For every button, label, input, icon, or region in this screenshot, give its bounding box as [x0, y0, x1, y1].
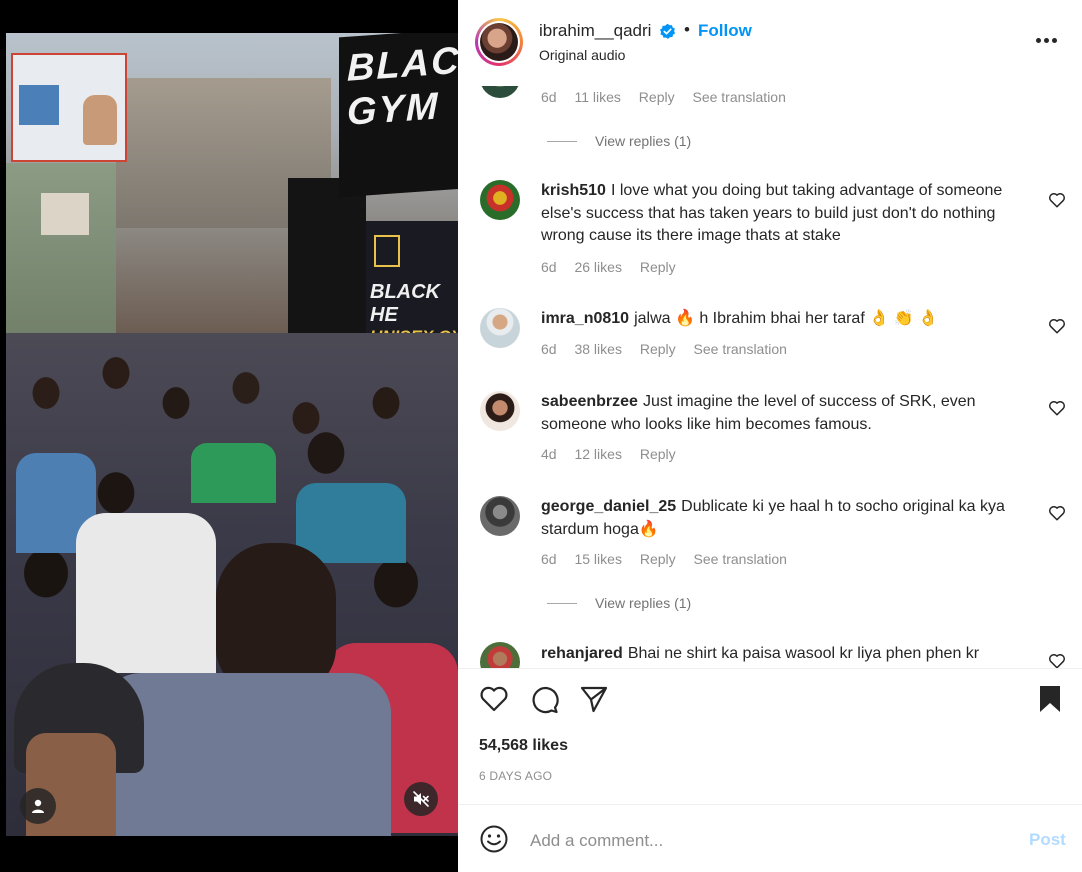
comment-time[interactable]: 6d — [541, 259, 557, 275]
comment-username[interactable]: rehanjared — [541, 645, 623, 662]
author-username[interactable]: ibrahim__qadri — [539, 21, 651, 41]
video-person — [76, 513, 216, 673]
tagged-people-button[interactable] — [20, 788, 56, 824]
comment-time[interactable]: 6d — [541, 341, 557, 357]
comment-avatar[interactable] — [480, 391, 520, 431]
speaker-muted-icon — [413, 791, 429, 807]
comment-likes[interactable]: 38 likes — [574, 341, 621, 357]
video-person — [296, 483, 406, 563]
post-comment-button[interactable]: Post — [1029, 830, 1066, 850]
see-translation-button[interactable]: See translation — [692, 89, 785, 105]
comment-meta: 6d 11 likes Reply See translation — [541, 89, 800, 105]
view-replies-button[interactable]: View replies (1) — [547, 595, 691, 611]
comment-username[interactable]: george_daniel_25 — [541, 498, 676, 515]
comment-likes[interactable]: 11 likes — [574, 89, 620, 105]
heart-icon[interactable] — [1048, 399, 1066, 417]
reply-button[interactable]: Reply — [640, 341, 676, 357]
author-avatar[interactable] — [475, 18, 523, 66]
divider — [458, 804, 1082, 805]
bookmark-icon[interactable] — [1034, 683, 1066, 715]
comment-avatar[interactable] — [480, 642, 520, 668]
follow-button[interactable]: Follow — [698, 21, 752, 41]
comment-avatar[interactable] — [480, 308, 520, 348]
comment-icon[interactable] — [528, 683, 560, 715]
view-replies-button[interactable]: View replies (1) — [547, 133, 691, 149]
comment-time[interactable]: 6d — [541, 551, 557, 567]
more-dot-icon — [1036, 37, 1041, 43]
comment-text: sabeenbrzee Just imagine the level of suc… — [541, 391, 1031, 436]
replies-line — [547, 140, 577, 142]
comment-username[interactable]: sabeenbrzee — [541, 393, 638, 410]
comment-meta: 6d 26 likes Reply — [541, 259, 690, 275]
header-separator: • — [684, 20, 690, 39]
post-actions: 54,568 likes 6 DAYS AGO — [458, 669, 1082, 799]
comment-avatar[interactable] — [480, 496, 520, 536]
comment-time[interactable]: 4d — [541, 446, 557, 462]
view-replies-label: View replies (1) — [595, 595, 692, 611]
video-poster-small — [41, 193, 89, 235]
video-poster — [11, 53, 127, 162]
comment-username[interactable]: krish510 — [541, 182, 606, 199]
heart-icon[interactable] — [1048, 652, 1066, 668]
post-timestamp: 6 DAYS AGO — [479, 769, 553, 783]
video-person — [191, 443, 276, 503]
comment-username[interactable]: imra_n0810 — [541, 310, 629, 327]
reel-video[interactable]: BLACK GYM BLACK HE UNISEX GY — [0, 0, 458, 872]
comment-text: rehanjared Bhai ne shirt ka paisa wasool … — [541, 643, 1031, 666]
heart-icon[interactable] — [1048, 504, 1066, 522]
post-header: ibrahim__qadri • Follow Original audio — [458, 0, 1082, 86]
emoji-icon[interactable] — [479, 824, 509, 854]
share-icon[interactable] — [578, 683, 610, 715]
comment-avatar[interactable] — [480, 180, 520, 220]
video-gym-banner: BLACK GYM — [339, 33, 458, 198]
comment-body: jalwa 🔥 h Ibrahim bhai her taraf 👌 👏 👌 — [634, 310, 938, 327]
comment-text: krish510 I love what you doing but taking… — [541, 180, 1031, 248]
audio-link[interactable]: Original audio — [539, 47, 625, 63]
heart-icon[interactable] — [1048, 317, 1066, 335]
see-translation-button[interactable]: See translation — [694, 341, 787, 357]
video-frame[interactable]: BLACK GYM BLACK HE UNISEX GY — [6, 33, 458, 836]
comment-meta: 6d 15 likes Reply See translation — [541, 551, 801, 567]
comment-text: george_daniel_25 Dublicate ki ye haal h t… — [541, 496, 1031, 541]
comment-input[interactable] — [528, 828, 1002, 854]
video-person — [101, 673, 391, 836]
comment-meta: 6d 38 likes Reply See translation — [541, 341, 801, 357]
mute-button[interactable] — [404, 782, 438, 816]
more-options-button[interactable] — [1036, 28, 1060, 52]
view-replies-label: View replies (1) — [595, 133, 692, 149]
verified-badge-icon — [660, 23, 676, 39]
likes-count[interactable]: 54,568 likes — [479, 737, 568, 755]
comment-likes[interactable]: 12 likes — [574, 446, 621, 462]
reply-button[interactable]: Reply — [639, 89, 675, 105]
heart-icon[interactable] — [1048, 191, 1066, 209]
person-icon — [32, 799, 44, 813]
heart-icon[interactable] — [478, 683, 510, 715]
more-dot-icon — [1052, 37, 1057, 43]
comments-list[interactable]: 6d 11 likes Reply See translation View r… — [458, 86, 1082, 668]
reply-button[interactable]: Reply — [640, 446, 676, 462]
replies-line — [547, 602, 577, 604]
reply-button[interactable]: Reply — [640, 551, 676, 567]
comment-meta: 4d 12 likes Reply — [541, 446, 690, 462]
see-translation-button[interactable]: See translation — [694, 551, 787, 567]
comment-body: Bhai ne shirt ka paisa wasool kr liya ph… — [627, 645, 980, 662]
post-panel: ibrahim__qadri • Follow Original audio 6… — [458, 0, 1082, 872]
comment-body: I love what you doing but taking advanta… — [541, 182, 1003, 244]
video-person — [216, 543, 336, 693]
reply-button[interactable]: Reply — [640, 259, 676, 275]
more-dot-icon — [1044, 37, 1049, 43]
comment-likes[interactable]: 26 likes — [574, 259, 621, 275]
comment-likes[interactable]: 15 likes — [574, 551, 621, 567]
comment-avatar[interactable] — [480, 86, 520, 98]
comment-time[interactable]: 6d — [541, 89, 557, 105]
comment-text: imra_n0810 jalwa 🔥 h Ibrahim bhai her tar… — [541, 308, 1031, 331]
